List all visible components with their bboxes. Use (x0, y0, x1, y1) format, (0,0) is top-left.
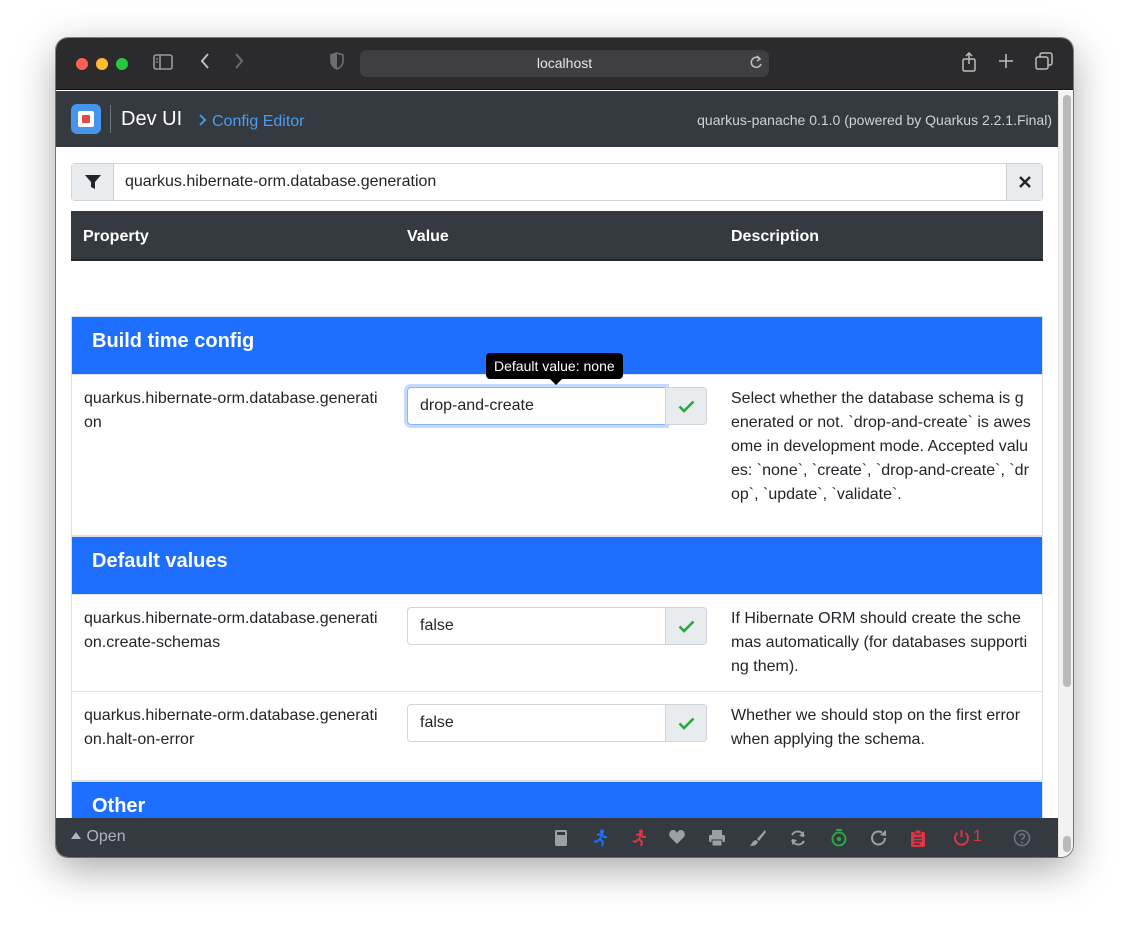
page-content: Dev UI Config Editor quarkus-panache 0.1… (56, 91, 1058, 857)
running-person-red-icon[interactable] (630, 829, 648, 847)
property-name: quarkus.hibernate-orm.database.generatio… (84, 390, 378, 431)
running-person-blue-icon[interactable] (591, 829, 609, 847)
close-icon (1018, 176, 1031, 188)
url-text: localhost (536, 55, 593, 71)
table-row: quarkus.hibernate-orm.database.generatio… (72, 594, 1042, 691)
minimize-window-button[interactable] (96, 58, 108, 70)
browser-window: localhost Dev UI Config Editor quarkus-p… (56, 38, 1073, 857)
powered-by-text: quarkus-panache 0.1.0 (powered by Quarku… (697, 112, 1052, 128)
value-input[interactable] (407, 387, 666, 425)
sidebar-toggle-icon[interactable] (153, 52, 173, 76)
dev-ui-header: Dev UI Config Editor quarkus-panache 0.1… (56, 91, 1058, 147)
app-title[interactable]: Dev UI (121, 108, 182, 131)
close-window-button[interactable] (76, 58, 88, 70)
power-icon (954, 830, 969, 846)
book-icon[interactable] (553, 829, 571, 847)
privacy-shield-icon[interactable] (330, 52, 344, 76)
breadcrumb-label: Config Editor (212, 113, 305, 130)
header-divider (110, 105, 111, 133)
share-icon[interactable] (961, 51, 977, 78)
table-row: quarkus.hibernate-orm.database.generatio… (72, 374, 1042, 536)
logo-accent (82, 115, 90, 123)
scrollbar-thumb-secondary[interactable] (1063, 836, 1071, 852)
check-icon (678, 717, 695, 730)
caret-up-icon (71, 832, 81, 839)
value-input[interactable] (407, 704, 666, 742)
property-description: Select whether the database schema is ge… (731, 390, 1031, 503)
save-value-button[interactable] (665, 387, 707, 425)
browser-toolbar: localhost (56, 38, 1073, 90)
dev-mode-toggle-icon[interactable] (830, 829, 848, 847)
tab-overview-icon[interactable] (1035, 52, 1053, 76)
help-icon[interactable] (1013, 829, 1031, 847)
value-input[interactable] (407, 607, 666, 645)
filter-button[interactable] (72, 164, 114, 200)
printer-icon[interactable] (708, 829, 726, 847)
table-row: quarkus.hibernate-orm.database.generatio… (72, 691, 1042, 780)
section-build-time-config: Build time config quarkus.hibernate-orm.… (71, 316, 1043, 536)
save-value-button[interactable] (665, 704, 707, 742)
open-log-button[interactable]: Open (70, 828, 126, 846)
redo-icon[interactable] (870, 829, 888, 847)
address-bar[interactable]: localhost (360, 50, 769, 77)
column-header-value: Value (407, 228, 449, 245)
filter-input[interactable] (115, 164, 1005, 200)
default-value-tooltip: Default value: none (486, 353, 623, 385)
error-count: 1 (973, 828, 982, 845)
dev-ui-footer: Open 1 (56, 818, 1058, 857)
forward-icon[interactable] (233, 52, 245, 76)
section-title: Default values (72, 537, 1042, 594)
property-description: If Hibernate ORM should create the schem… (731, 610, 1028, 675)
save-value-button[interactable] (665, 607, 707, 645)
table-header: Property Value Description (71, 211, 1043, 261)
value-input-group (407, 607, 707, 645)
chevron-right-icon (198, 113, 207, 131)
open-label: Open (86, 828, 126, 845)
refresh-icon[interactable] (789, 829, 807, 847)
property-name: quarkus.hibernate-orm.database.generatio… (84, 610, 378, 651)
heart-icon[interactable] (668, 829, 686, 847)
clipboard-icon[interactable] (910, 829, 928, 847)
new-tab-icon[interactable] (998, 52, 1014, 76)
column-header-property: Property (83, 228, 149, 245)
scrollbar-thumb[interactable] (1063, 95, 1071, 687)
breadcrumb[interactable]: Config Editor (198, 113, 305, 131)
error-count-button[interactable]: 1 (953, 828, 993, 847)
value-input-group (407, 704, 707, 742)
page-scrollbar[interactable] (1058, 91, 1073, 857)
clear-filter-button[interactable] (1006, 164, 1042, 200)
property-name: quarkus.hibernate-orm.database.generatio… (84, 707, 378, 748)
quarkus-logo[interactable] (71, 104, 101, 134)
section-default-values: Default values quarkus.hibernate-orm.dat… (71, 536, 1043, 781)
brush-icon[interactable] (749, 829, 767, 847)
check-icon (678, 400, 695, 413)
property-description: Whether we should stop on the first erro… (731, 707, 1021, 748)
value-input-group (407, 387, 707, 425)
back-icon[interactable] (199, 52, 211, 76)
filter-bar (71, 163, 1043, 201)
maximize-window-button[interactable] (116, 58, 128, 70)
check-icon (678, 620, 695, 633)
column-header-description: Description (731, 228, 820, 245)
filter-icon (85, 175, 101, 189)
reload-icon[interactable] (749, 53, 763, 74)
